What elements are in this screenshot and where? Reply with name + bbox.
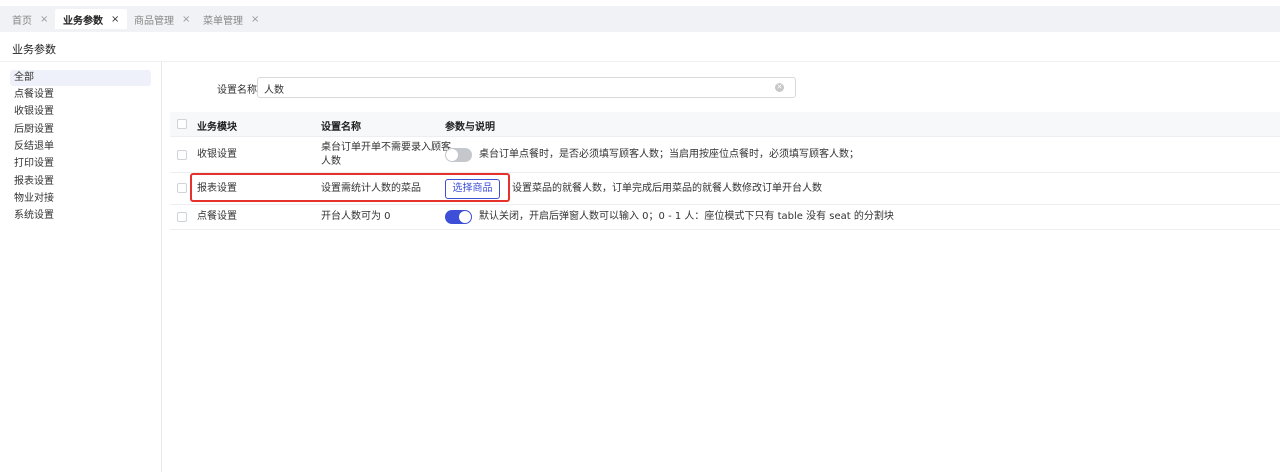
tab-business-params[interactable]: 业务参数 × <box>55 9 128 29</box>
sidebar-item-property[interactable]: 物业对接 <box>10 191 151 207</box>
row-checkbox[interactable] <box>177 183 187 193</box>
row-divider <box>170 204 1280 205</box>
clear-icon[interactable]: ✕ <box>775 83 784 92</box>
toggle-knob <box>459 211 471 223</box>
sidebar-item-printing[interactable]: 打印设置 <box>10 156 151 172</box>
tab-label: 业务参数 <box>63 15 103 27</box>
close-icon[interactable]: × <box>111 14 119 25</box>
tab-label: 首页 <box>12 15 32 27</box>
page-title: 业务参数 <box>12 43 56 56</box>
highlight-box <box>190 173 510 202</box>
sidebar-item-system[interactable]: 系统设置 <box>10 208 151 224</box>
close-icon[interactable]: × <box>40 14 48 25</box>
no-guest-count-toggle[interactable] <box>445 148 472 162</box>
divider <box>0 61 1280 62</box>
toggle-knob <box>446 149 458 161</box>
sidebar-item-kitchen[interactable]: 后厨设置 <box>10 122 151 138</box>
tab-label: 菜单管理 <box>203 15 243 27</box>
sidebar-item-refund[interactable]: 反结退单 <box>10 139 151 155</box>
row-divider <box>170 229 1280 230</box>
row-module: 点餐设置 <box>197 211 237 222</box>
row-checkbox[interactable] <box>177 150 187 160</box>
column-header-setting-name: 设置名称 <box>321 122 361 133</box>
tab-bar: 首页 × 业务参数 × 商品管理 × 菜单管理 × <box>0 0 1280 32</box>
row-setting-name: 桌台订单开单不需要录入顾客 人数 <box>321 141 451 169</box>
close-icon[interactable]: × <box>251 14 259 25</box>
sidebar-item-reports[interactable]: 报表设置 <box>10 174 151 190</box>
sidebar-item-all[interactable]: 全部 <box>10 70 151 86</box>
row-description: 桌台订单点餐时，是否必须填写顾客人数；当启用按座位点餐时，必须填写顾客人数； <box>479 149 859 160</box>
row-description: 默认关闭，开启后弹窗人数可以输入 0；0 - 1 人：座位模式下只有 table… <box>479 211 894 222</box>
tab-label: 商品管理 <box>134 15 174 27</box>
search-input[interactable] <box>264 80 764 96</box>
search-box: ✕ <box>257 77 796 98</box>
row-checkbox[interactable] <box>177 212 187 222</box>
search-label: 设置名称 <box>217 85 257 96</box>
row-setting-name: 开台人数可为 0 <box>321 211 391 222</box>
row-divider <box>170 136 1280 137</box>
column-header-module: 业务模块 <box>197 122 237 133</box>
tab-home[interactable]: 首页 × <box>4 9 56 29</box>
select-all-checkbox[interactable] <box>177 119 187 129</box>
sidebar-item-cashier[interactable]: 收银设置 <box>10 104 151 120</box>
zero-guest-toggle[interactable] <box>445 210 472 224</box>
sidebar: 全部 点餐设置 收银设置 后厨设置 反结退单 打印设置 报表设置 物业对接 系统… <box>0 62 162 472</box>
close-icon[interactable]: × <box>182 14 190 25</box>
setting-name-line: 人数 <box>321 156 341 167</box>
setting-name-line: 桌台订单开单不需要录入顾客 <box>321 142 451 153</box>
tab-product-management[interactable]: 商品管理 × <box>126 9 198 29</box>
sidebar-item-ordering[interactable]: 点餐设置 <box>10 87 151 103</box>
tab-bar-top-strip <box>0 0 1280 6</box>
column-header-params: 参数与说明 <box>445 122 495 133</box>
row-description: 设置菜品的就餐人数，订单完成后用菜品的就餐人数修改订单开台人数 <box>512 183 822 194</box>
tab-menu-management[interactable]: 菜单管理 × <box>195 9 267 29</box>
row-module: 收银设置 <box>197 149 237 160</box>
